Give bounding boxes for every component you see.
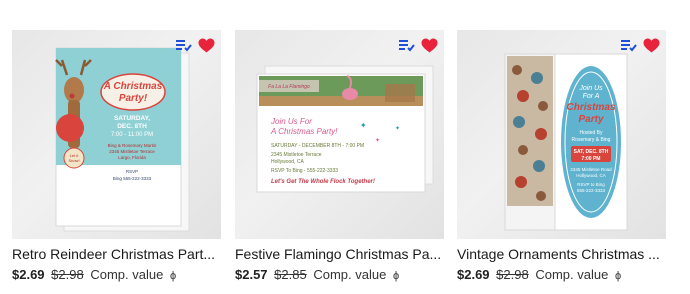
comp-value-label: Comp. value bbox=[313, 267, 387, 282]
svg-text:Let's Get The Whole Flock Toge: Let's Get The Whole Flock Together! bbox=[271, 179, 375, 185]
svg-text:555-222-3333: 555-222-3333 bbox=[577, 188, 606, 193]
svg-text:✦: ✦ bbox=[375, 137, 380, 144]
original-price: $2.98 bbox=[496, 267, 529, 282]
svg-text:Bing 555-222-3333: Bing 555-222-3333 bbox=[113, 176, 152, 181]
svg-text:RSVP: RSVP bbox=[126, 169, 138, 174]
svg-text:Join Us: Join Us bbox=[578, 85, 603, 92]
product-thumbnail[interactable]: A Christmas Party! SATURDAY, DEC. 8TH 7:… bbox=[12, 30, 221, 239]
svg-text:A Christmas Party!: A Christmas Party! bbox=[270, 127, 338, 136]
svg-text:For A: For A bbox=[583, 93, 600, 100]
svg-text:7:00 PM: 7:00 PM bbox=[582, 156, 601, 162]
sale-price: $2.69 bbox=[12, 267, 45, 282]
price-row: $2.69 $2.98 Comp. value ϕ bbox=[457, 267, 666, 284]
svg-text:Bing & Rosemary Martin: Bing & Rosemary Martin bbox=[108, 143, 157, 148]
svg-text:2345 Mistletoe Road: 2345 Mistletoe Road bbox=[570, 167, 612, 172]
svg-text:DEC. 8TH: DEC. 8TH bbox=[117, 123, 147, 130]
product-title[interactable]: Festive Flamingo Christmas Pa... bbox=[235, 245, 444, 263]
comp-value-label: Comp. value bbox=[535, 267, 609, 282]
svg-text:Join Us For: Join Us For bbox=[270, 117, 312, 126]
add-to-list-icon[interactable] bbox=[175, 36, 193, 54]
original-price: $2.85 bbox=[274, 267, 307, 282]
svg-text:RSVP to Bing: RSVP to Bing bbox=[577, 182, 605, 187]
product-card[interactable]: Fa La La Flamingo Join Us For A Christma… bbox=[235, 30, 444, 284]
svg-text:Hollywood, CA: Hollywood, CA bbox=[271, 159, 304, 165]
price-row: $2.69 $2.98 Comp. value ϕ bbox=[12, 267, 221, 284]
product-title[interactable]: Vintage Ornaments Christmas ... bbox=[457, 245, 666, 263]
heart-icon[interactable] bbox=[197, 36, 215, 54]
heart-icon[interactable] bbox=[642, 36, 660, 54]
product-thumbnail[interactable]: Join Us For A Christmas Party Hosted By … bbox=[457, 30, 666, 239]
svg-text:Hollywood, CA: Hollywood, CA bbox=[576, 173, 606, 178]
svg-text:2345 Mistletoe Terrace: 2345 Mistletoe Terrace bbox=[109, 149, 155, 154]
product-thumbnail[interactable]: Fa La La Flamingo Join Us For A Christma… bbox=[235, 30, 444, 239]
product-card[interactable]: A Christmas Party! SATURDAY, DEC. 8TH 7:… bbox=[12, 30, 221, 284]
add-to-list-icon[interactable] bbox=[398, 36, 416, 54]
sale-price: $2.57 bbox=[235, 267, 268, 282]
add-to-list-icon[interactable] bbox=[620, 36, 638, 54]
comp-value-label: Comp. value bbox=[90, 267, 164, 282]
svg-text:SATURDAY,: SATURDAY, bbox=[114, 115, 150, 122]
product-grid: A Christmas Party! SATURDAY, DEC. 8TH 7:… bbox=[0, 0, 690, 294]
svg-text:2345 Mistletoe Terrace: 2345 Mistletoe Terrace bbox=[271, 152, 322, 158]
sale-price: $2.69 bbox=[457, 267, 490, 282]
svg-text:Party: Party bbox=[578, 114, 603, 125]
svg-text:Largo, Florida: Largo, Florida bbox=[118, 155, 146, 160]
svg-text:✦: ✦ bbox=[395, 125, 400, 132]
svg-text:Party!: Party! bbox=[119, 93, 148, 104]
ornaments-invitation-image: Join Us For A Christmas Party Hosted By … bbox=[504, 53, 628, 231]
svg-text:Christmas: Christmas bbox=[567, 102, 616, 113]
price-row: $2.57 $2.85 Comp. value ϕ bbox=[235, 267, 444, 284]
original-price: $2.98 bbox=[51, 267, 84, 282]
info-icon[interactable]: ϕ bbox=[615, 270, 621, 282]
info-icon[interactable]: ϕ bbox=[393, 270, 399, 282]
svg-text:A Christmas: A Christmas bbox=[103, 81, 163, 92]
heart-icon[interactable] bbox=[420, 36, 438, 54]
svg-text:Rosemary & Bing: Rosemary & Bing bbox=[572, 137, 611, 143]
svg-text:Snow!: Snow! bbox=[68, 158, 79, 163]
info-icon[interactable]: ϕ bbox=[170, 270, 176, 282]
svg-text:7:00 - 11:00 PM: 7:00 - 11:00 PM bbox=[111, 132, 153, 138]
product-card[interactable]: Join Us For A Christmas Party Hosted By … bbox=[457, 30, 666, 284]
reindeer-invitation-image: A Christmas Party! SATURDAY, DEC. 8TH 7:… bbox=[55, 47, 190, 232]
product-title[interactable]: Retro Reindeer Christmas Part... bbox=[12, 245, 221, 263]
svg-text:✦: ✦ bbox=[360, 121, 367, 130]
flamingo-invitation-image: Fa La La Flamingo Join Us For A Christma… bbox=[256, 65, 434, 193]
svg-text:Hosted By: Hosted By bbox=[579, 130, 603, 136]
svg-text:SAT, DEC. 8TH: SAT, DEC. 8TH bbox=[574, 149, 609, 155]
svg-text:SATURDAY - DECEMBER 8TH - 7:00: SATURDAY - DECEMBER 8TH - 7:00 PM bbox=[271, 143, 364, 149]
svg-text:Fa La La Flamingo: Fa La La Flamingo bbox=[268, 84, 310, 90]
svg-text:RSVP To Bing - 555-222-3333: RSVP To Bing - 555-222-3333 bbox=[271, 168, 338, 174]
